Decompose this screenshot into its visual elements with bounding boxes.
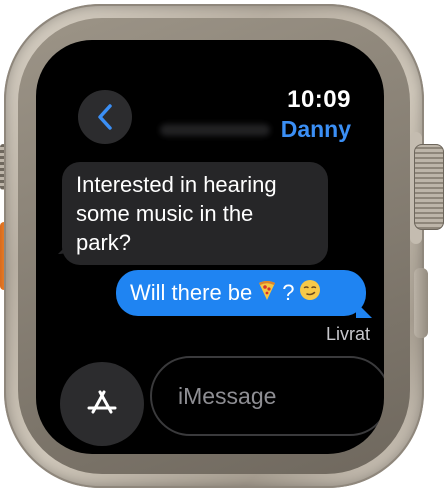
chevron-left-icon [98,104,112,130]
clock-time: 10:09 [287,86,351,113]
imessage-placeholder: iMessage [178,382,277,409]
app-store-button[interactable] [60,362,144,446]
back-button[interactable] [78,90,132,144]
smirking-face-icon [299,279,321,307]
apple-watch: 10:09 Danny Interested in hearing some m… [0,0,445,493]
digital-crown[interactable] [414,144,444,230]
outgoing-message-bubble[interactable]: Will there be ? [116,270,366,316]
incoming-message-text: Interested in hearing some music in the … [76,172,277,255]
outgoing-message-text-middle: ? [282,280,295,305]
outgoing-message-text-start: Will there be [130,280,253,305]
app-store-icon [87,390,117,414]
blurred-header-area [160,124,270,136]
contact-name[interactable]: Danny [281,116,351,143]
pizza-icon [256,279,278,307]
side-button[interactable] [414,268,428,338]
delivery-status: Livrat [325,324,370,344]
watch-screen: 10:09 Danny Interested in hearing some m… [36,40,384,454]
imessage-input[interactable]: iMessage [150,356,384,436]
incoming-message-bubble[interactable]: Interested in hearing some music in the … [62,162,328,265]
